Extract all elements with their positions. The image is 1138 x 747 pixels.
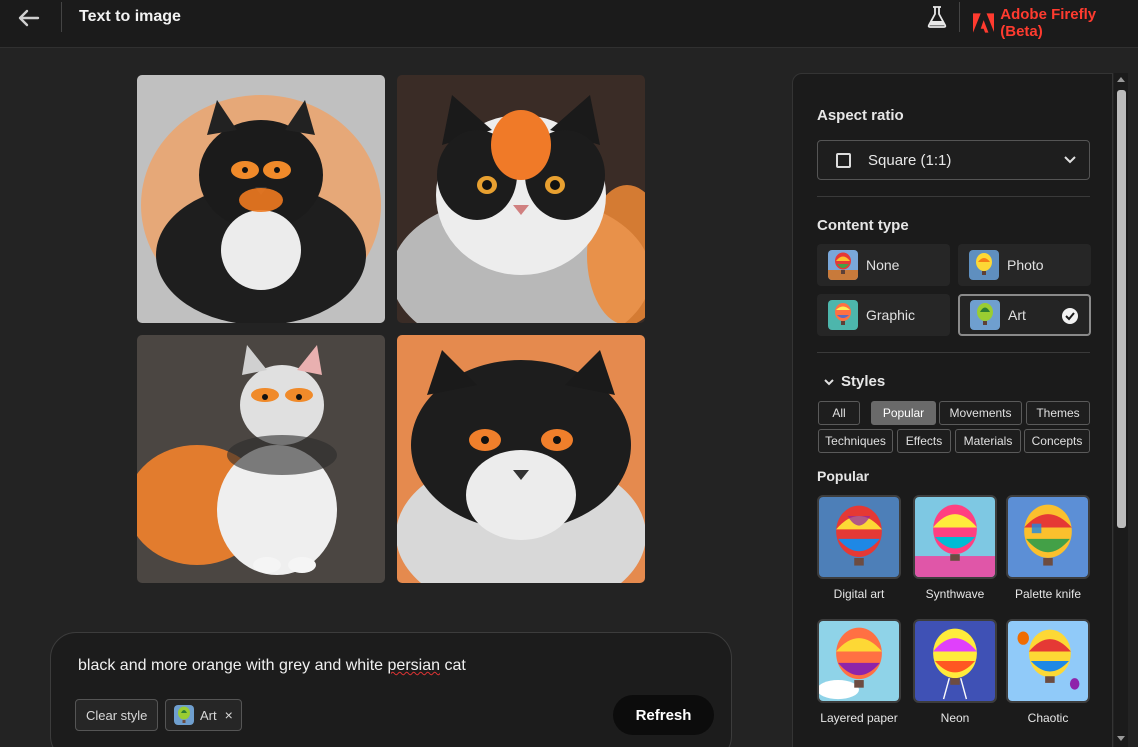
content-type-photo[interactable]: Photo bbox=[958, 244, 1091, 286]
chevron-down-icon bbox=[1064, 156, 1076, 164]
style-thumbnail bbox=[913, 619, 997, 703]
clear-style-button[interactable]: Clear style bbox=[75, 699, 159, 731]
balloon-thumbnail-icon bbox=[828, 250, 858, 280]
aspect-ratio-value: Square (1:1) bbox=[868, 152, 952, 169]
style-tab-popular[interactable]: Popular bbox=[871, 401, 936, 425]
style-chip-art[interactable]: Art × bbox=[165, 699, 242, 731]
cat-image bbox=[397, 75, 645, 323]
style-label: Chaotic bbox=[1027, 711, 1069, 725]
divider bbox=[817, 352, 1090, 353]
scroll-down-icon[interactable] bbox=[1117, 736, 1125, 741]
divider bbox=[817, 196, 1090, 197]
generated-image-1[interactable] bbox=[137, 75, 385, 323]
balloon-thumbnail-icon bbox=[174, 705, 194, 725]
style-tab-all[interactable]: All bbox=[818, 401, 860, 425]
page-title: Text to image bbox=[79, 8, 181, 25]
top-bar: Text to image Adobe Firefly (Beta) bbox=[0, 0, 1138, 48]
styles-section-toggle[interactable]: Styles bbox=[823, 373, 885, 390]
brand-name: Adobe Firefly (Beta) bbox=[1000, 6, 1097, 40]
generated-image-2[interactable] bbox=[397, 75, 645, 323]
prompt-input[interactable]: black and more orange with grey and whit… bbox=[78, 657, 466, 675]
style-label: Palette knife bbox=[1014, 587, 1082, 601]
scroll-up-icon[interactable] bbox=[1117, 77, 1125, 82]
remove-chip-icon[interactable]: × bbox=[225, 707, 233, 723]
labs-button[interactable] bbox=[926, 5, 948, 29]
adobe-logo-icon bbox=[973, 13, 995, 33]
content-type-title: Content type bbox=[817, 217, 909, 234]
style-palette-knife[interactable]: Palette knife bbox=[1006, 495, 1090, 601]
style-tab-themes[interactable]: Themes bbox=[1026, 401, 1090, 425]
balloon-thumbnail-icon bbox=[970, 300, 1000, 330]
square-icon bbox=[836, 153, 851, 168]
back-arrow-icon bbox=[18, 9, 40, 27]
style-neon[interactable]: Neon bbox=[913, 619, 997, 725]
settings-panel: Aspect ratio Square (1:1) Content type N… bbox=[792, 73, 1113, 747]
style-thumbnail bbox=[817, 495, 901, 579]
beaker-icon bbox=[927, 6, 947, 28]
style-label: Synthwave bbox=[925, 587, 985, 601]
chevron-down-icon bbox=[824, 378, 834, 385]
header-divider-2 bbox=[959, 2, 960, 32]
style-chip-label: Art bbox=[200, 707, 217, 723]
content-type-graphic[interactable]: Graphic bbox=[817, 294, 950, 336]
aspect-ratio-title: Aspect ratio bbox=[817, 107, 904, 124]
popular-title: Popular bbox=[817, 468, 870, 484]
panel-scrollbar-thumb[interactable] bbox=[1117, 90, 1126, 528]
style-tab-techniques[interactable]: Techniques bbox=[818, 429, 893, 453]
style-chaotic[interactable]: Chaotic bbox=[1006, 619, 1090, 725]
style-layered-paper[interactable]: Layered paper bbox=[817, 619, 901, 725]
balloon-thumbnail-icon bbox=[969, 250, 999, 280]
style-label: Layered paper bbox=[820, 711, 898, 725]
header-divider bbox=[61, 2, 62, 32]
style-tab-effects[interactable]: Effects bbox=[897, 429, 951, 453]
style-synthwave[interactable]: Synthwave bbox=[913, 495, 997, 601]
prompt-text-part: black and more orange with grey and whit… bbox=[78, 657, 388, 674]
style-thumbnail bbox=[913, 495, 997, 579]
style-tab-concepts[interactable]: Concepts bbox=[1024, 429, 1090, 453]
styles-title: Styles bbox=[841, 373, 886, 390]
style-thumbnail bbox=[817, 619, 901, 703]
style-digital-art[interactable]: Digital art bbox=[817, 495, 901, 601]
prompt-text-part: cat bbox=[440, 657, 466, 674]
content-type-none[interactable]: None bbox=[817, 244, 950, 286]
back-button[interactable] bbox=[14, 6, 44, 30]
prompt-misspelled-word: persian bbox=[387, 657, 440, 674]
balloon-thumbnail-icon bbox=[828, 300, 858, 330]
style-thumbnail bbox=[1006, 495, 1090, 579]
content-type-label: Graphic bbox=[866, 307, 916, 323]
aspect-ratio-select[interactable]: Square (1:1) bbox=[817, 140, 1090, 180]
cat-image bbox=[137, 335, 385, 583]
style-label: Digital art bbox=[833, 587, 885, 601]
content-type-label: Art bbox=[1008, 307, 1026, 323]
refresh-button[interactable]: Refresh bbox=[613, 695, 714, 735]
style-tab-materials[interactable]: Materials bbox=[955, 429, 1021, 453]
checkmark-icon bbox=[1062, 308, 1078, 324]
content-type-label: Photo bbox=[1007, 257, 1044, 273]
style-thumbnail bbox=[1006, 619, 1090, 703]
prompt-box[interactable]: black and more orange with grey and whit… bbox=[50, 632, 732, 747]
generated-image-4[interactable] bbox=[397, 335, 645, 583]
brand[interactable]: Adobe Firefly (Beta) bbox=[973, 6, 1138, 40]
style-tab-movements[interactable]: Movements bbox=[939, 401, 1022, 425]
generated-image-3[interactable] bbox=[137, 335, 385, 583]
cat-image bbox=[137, 75, 385, 323]
style-label: Neon bbox=[940, 711, 970, 725]
content-type-art[interactable]: Art bbox=[958, 294, 1091, 336]
content-type-label: None bbox=[866, 257, 900, 273]
cat-image bbox=[397, 335, 645, 583]
